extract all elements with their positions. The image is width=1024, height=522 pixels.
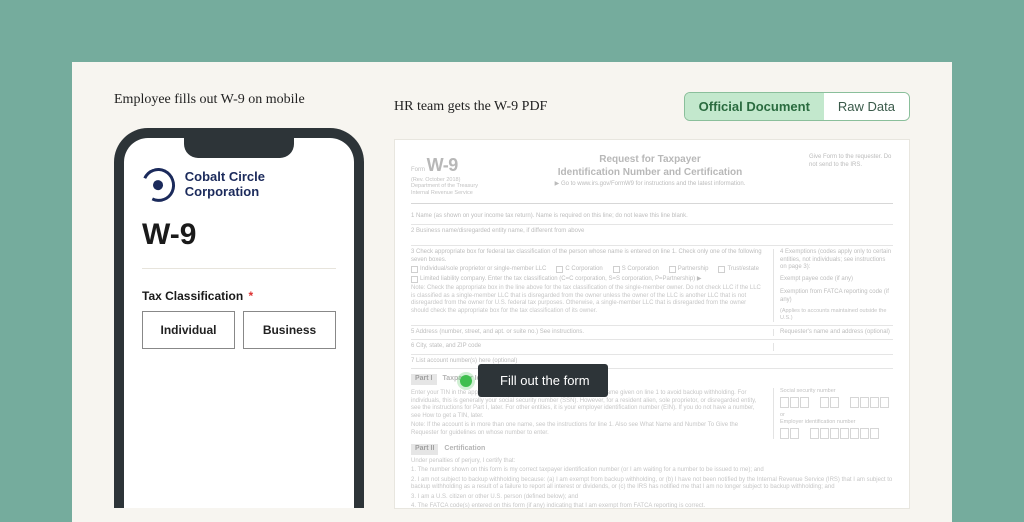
doc-line-3-lead: 3 Check appropriate box for federal tax …: [411, 249, 765, 264]
hr-heading: HR team gets the W-9 PDF: [394, 99, 547, 115]
cert-3: 3. I am a U.S. citizen or other U.S. per…: [411, 494, 893, 502]
view-toggle: Official Document Raw Data: [684, 92, 910, 121]
phone-mockup: Cobalt Circle Corporation W-9 Tax Classi…: [114, 128, 364, 508]
doc-dept: Department of the Treasury Internal Reve…: [411, 183, 491, 197]
check-llc: Limited liability company. Enter the tax…: [411, 276, 701, 284]
phone-notch: [184, 136, 294, 158]
doc-code: W-9: [427, 155, 458, 175]
doc-form-label: Form: [411, 167, 425, 173]
required-mark: *: [249, 289, 254, 303]
doc-line-4b: Exemption from FATCA reporting code (if …: [780, 289, 893, 304]
cert-2: 2. I am not subject to backup withholdin…: [411, 477, 893, 492]
check-partnership: Partnership: [669, 266, 709, 274]
doc-requester: Requester's name and address (optional): [773, 329, 893, 337]
check-scorp: S Corporation: [613, 266, 659, 274]
field-label-text: Tax Classification: [142, 289, 243, 303]
doc-line-6: 6 City, state, and ZIP code: [411, 343, 765, 351]
part1-note: Note: If the account is in more than one…: [411, 422, 765, 437]
part2-label: Part II: [411, 444, 438, 455]
doc-line-3-note: Note: Check the appropriate box in the l…: [411, 285, 765, 315]
part1-title: Taxpayer Identification Number (TIN): [442, 375, 564, 382]
doc-line-5: 5 Address (number, street, and apt. or s…: [411, 329, 765, 337]
doc-line-2: 2 Business name/disregarded entity name,…: [411, 225, 893, 247]
check-trust: Trust/estate: [718, 266, 758, 274]
company-logo-icon: [137, 163, 179, 206]
or-label: or: [780, 412, 893, 419]
doc-line-1: 1 Name (as shown on your income tax retu…: [411, 210, 893, 225]
tax-classification-choices: Individual Business: [142, 311, 336, 349]
check-individual: Individual/sole proprietor or single-mem…: [411, 266, 546, 274]
hr-column: HR team gets the W-9 PDF Official Docume…: [394, 92, 910, 522]
doc-line-4a: Exempt payee code (if any): [780, 276, 893, 284]
doc-line-7: 7 List account number(s) here (optional): [411, 355, 893, 370]
ein-boxes: [780, 428, 893, 439]
ssn-label: Social security number: [780, 388, 893, 395]
form-title: W-9: [142, 218, 336, 269]
part1-label: Part I: [411, 374, 437, 385]
check-ccorp: C Corporation: [556, 266, 602, 274]
toggle-raw-data[interactable]: Raw Data: [824, 93, 909, 120]
doc-title-1: Request for Taxpayer: [501, 154, 799, 167]
tax-classification-label: Tax Classification *: [142, 289, 336, 303]
toggle-official-document[interactable]: Official Document: [685, 93, 824, 120]
part1-body: Enter your TIN in the appropriate box. T…: [411, 390, 765, 420]
employee-column: Employee fills out W-9 on mobile Cobalt …: [114, 92, 374, 522]
cert-1: 1. The number shown on this form is my c…: [411, 467, 893, 475]
doc-goto: ▶ Go to www.irs.gov/FormW9 for instructi…: [501, 181, 799, 189]
company-name: Cobalt Circle Corporation: [185, 170, 336, 200]
doc-line-4-note: (Applies to accounts maintained outside …: [780, 308, 893, 322]
employee-heading: Employee fills out W-9 on mobile: [114, 92, 374, 108]
doc-rev: (Rev. October 2018): [411, 177, 491, 184]
brand-row: Cobalt Circle Corporation: [142, 168, 336, 202]
choice-business[interactable]: Business: [243, 311, 336, 349]
content-panel: Employee fills out W-9 on mobile Cobalt …: [72, 62, 952, 522]
doc-title-2: Identification Number and Certification: [501, 167, 799, 180]
choice-individual[interactable]: Individual: [142, 311, 235, 349]
cert-lead: Under penalties of perjury, I certify th…: [411, 458, 893, 466]
doc-line-4-lead: 4 Exemptions (codes apply only to certai…: [780, 249, 893, 272]
cert-4: 4. The FATCA code(s) entered on this for…: [411, 503, 893, 509]
ein-label: Employer identification number: [780, 419, 893, 426]
doc-give-to: Give Form to the requester. Do not send …: [809, 154, 893, 197]
ssn-boxes: [780, 397, 893, 408]
w9-document-preview: Form W-9 (Rev. October 2018) Department …: [394, 139, 910, 509]
part2-title: Certification: [444, 445, 485, 452]
